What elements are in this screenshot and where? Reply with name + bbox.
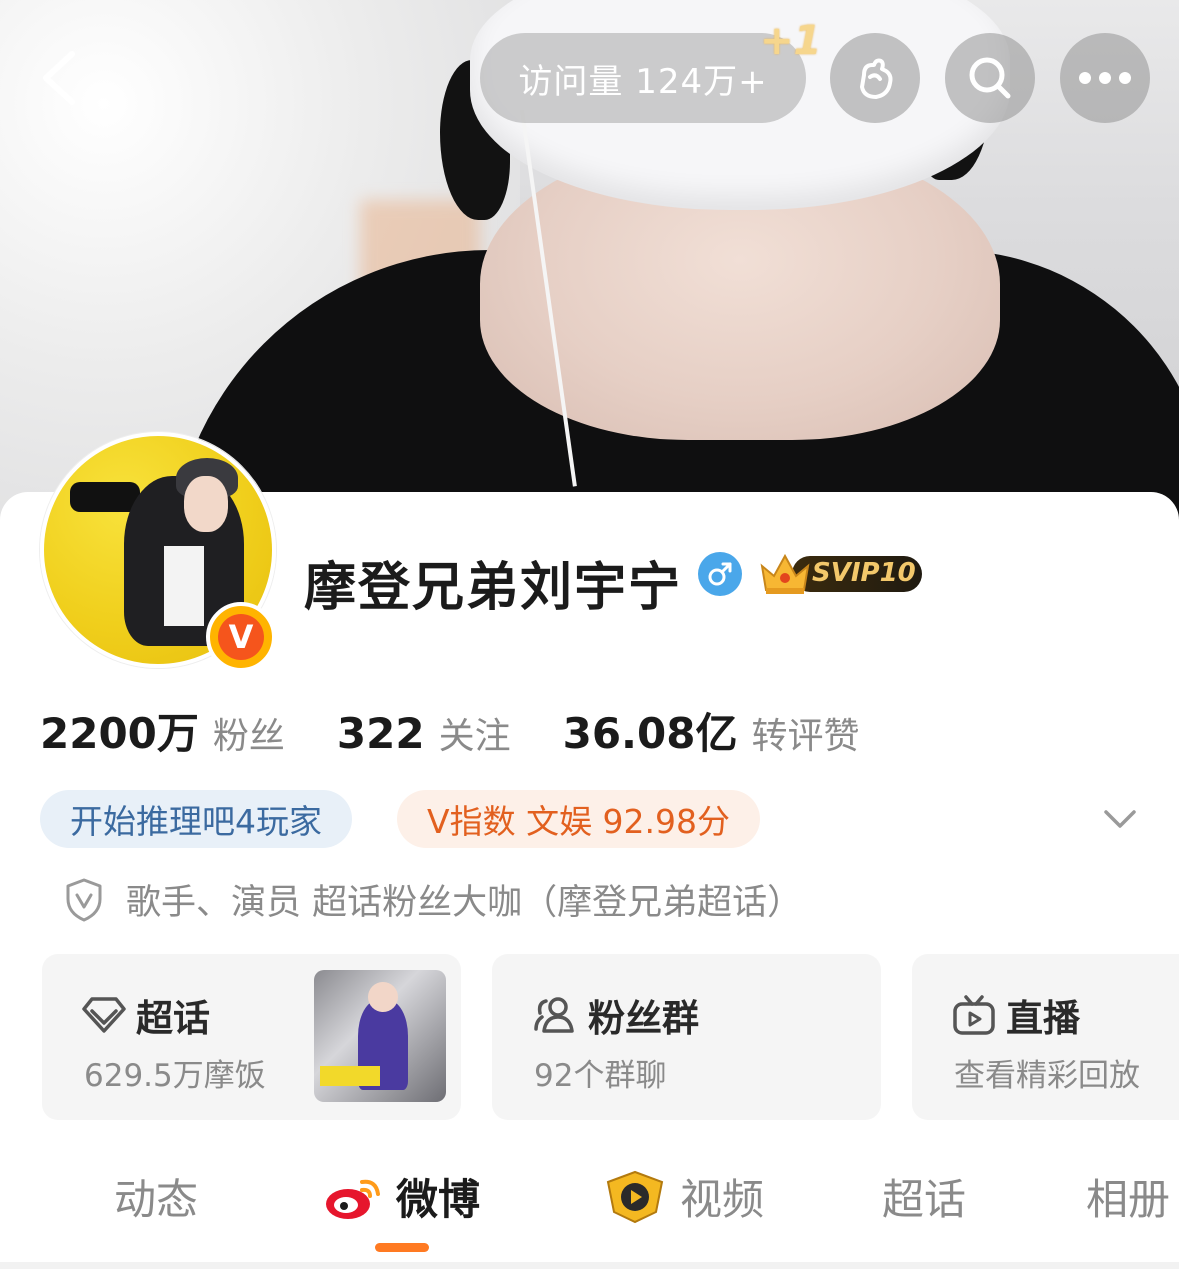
tab-super-topic-label: 超话 (882, 1175, 967, 1224)
followers-count[interactable]: 2200万 (40, 700, 199, 761)
tab-dynamics[interactable]: 动态 (114, 1166, 198, 1227)
live-subtitle: 查看精彩回放 (954, 1058, 1140, 1094)
plus-one-badge: +1 (760, 18, 822, 64)
video-badge-icon (606, 1170, 664, 1223)
following-count[interactable]: 322 (337, 709, 425, 758)
visits-label: 访问量 124万+ (518, 61, 768, 102)
svip-label: SVIP10 (812, 558, 916, 588)
search-button[interactable] (945, 33, 1035, 123)
fan-group-title: 粉丝群 (588, 997, 699, 1040)
thumbnail-banner (320, 1066, 380, 1086)
tab-video[interactable]: 视频 (604, 1166, 764, 1227)
following-label[interactable]: 关注 (439, 707, 511, 759)
tab-album-label: 相册 (1086, 1175, 1171, 1224)
tab-dynamics-label: 动态 (114, 1175, 199, 1224)
super-topic-subtitle: 629.5万摩饭 (84, 1058, 266, 1094)
followers-label[interactable]: 粉丝 (213, 707, 285, 759)
tab-super-topic[interactable]: 超话 (882, 1166, 966, 1227)
avatar-face (184, 476, 228, 532)
tab-video-label: 视频 (680, 1175, 765, 1224)
weibo-logo-icon (326, 1179, 380, 1219)
verified-v-icon: V (218, 614, 264, 660)
diamond-icon (82, 997, 126, 1033)
tv-play-icon (953, 995, 995, 1035)
v-index-tag[interactable]: V指数 文娱 92.98分 (397, 790, 761, 848)
verified-badge: V (206, 602, 276, 672)
tab-album[interactable]: 相册 (1086, 1166, 1170, 1227)
tab-weibo-label: 微博 (396, 1175, 481, 1224)
interactions-label: 转评赞 (751, 716, 860, 757)
tab-weibo[interactable]: 微博 (322, 1166, 480, 1227)
fan-group-subtitle: 92个群聊 (534, 1058, 667, 1094)
male-gender-icon (698, 552, 742, 596)
thumbnail-head (368, 982, 398, 1012)
fan-group-card[interactable]: 粉丝群 92个群聊 (492, 954, 881, 1120)
active-tab-indicator (375, 1243, 429, 1252)
search-icon (969, 57, 1011, 99)
super-topic-thumbnail (314, 970, 446, 1102)
shield-v-icon (66, 878, 102, 921)
svip-badge[interactable]: SVIP10 (756, 548, 928, 598)
like-gesture-button[interactable] (830, 33, 920, 123)
game-tag[interactable]: 开始推理吧4玩家 (40, 790, 352, 848)
profile-name: 摩登兄弟刘宇宁 (304, 558, 683, 618)
avatar-shirt (164, 546, 204, 626)
verification-text: 歌手、演员 超话粉丝大咖（摩登兄弟超话） (126, 883, 803, 923)
more-dots-icon (1079, 72, 1131, 84)
crown-icon (760, 553, 810, 594)
stats-row: 2200万 粉丝 322 关注 36.08亿 转评赞 (40, 700, 911, 760)
live-card[interactable]: 直播 查看精彩回放 (912, 954, 1179, 1120)
profile-tabs: 动态 微博 视频 超话 相册 (0, 1160, 1179, 1240)
super-topic-card[interactable]: 超话 629.5万摩饭 (42, 954, 461, 1120)
finger-heart-icon (860, 58, 893, 99)
more-button[interactable] (1060, 33, 1150, 123)
back-icon[interactable] (34, 48, 94, 108)
chevron-down-icon[interactable] (1100, 800, 1140, 840)
live-title: 直播 (1006, 997, 1080, 1040)
avatar-hairdryer (70, 482, 140, 512)
verification-info[interactable]: 歌手、演员 超话粉丝大咖（摩登兄弟超话） (64, 874, 802, 925)
super-topic-title: 超话 (136, 997, 210, 1040)
interactions-count: 36.08亿 (562, 709, 738, 758)
visits-counter-button[interactable]: 访问量 124万+ (480, 33, 806, 123)
tabs-divider (0, 1262, 1179, 1269)
group-icon (534, 997, 574, 1033)
